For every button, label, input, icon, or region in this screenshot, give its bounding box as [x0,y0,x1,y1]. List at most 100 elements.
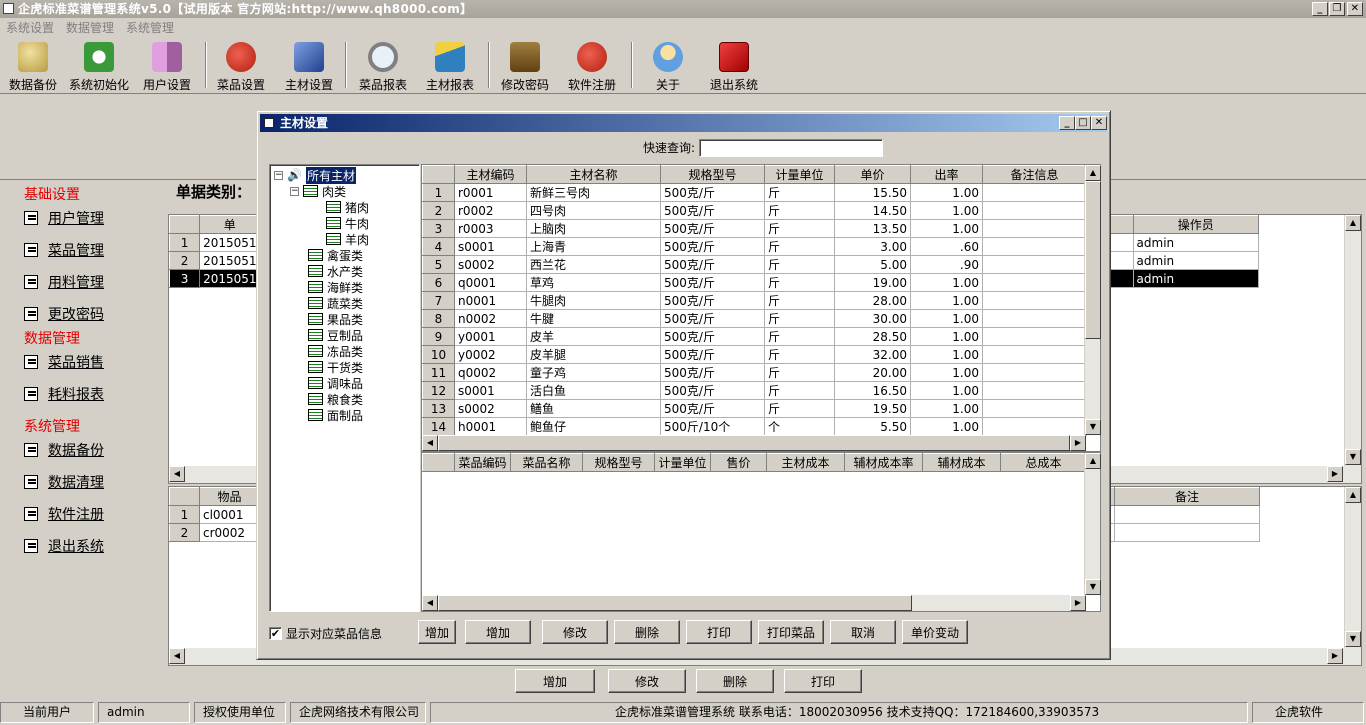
col-header[interactable]: 单 [199,215,261,234]
tree-node[interactable]: 禽蛋类 [308,247,363,263]
nav-consumption-report[interactable]: 耗料报表 [24,384,104,404]
delete-button[interactable]: 删除 [614,620,680,644]
scroll-right-arrow[interactable]: ▶ [1327,648,1343,664]
show-dish-info-checkbox[interactable]: ✔ 显示对应菜品信息 [269,625,382,642]
nav-data-backup[interactable]: 数据备份 [24,440,104,460]
delete-button[interactable]: 删除 [696,669,774,693]
table-row[interactable]: 1 r0001 新鲜三号肉 500克/斤斤 15.50 1.00 [422,183,1087,202]
tree-node[interactable]: 豆制品 [308,327,363,343]
col-header[interactable]: 计量单位 [764,165,835,184]
col-header[interactable]: 备注信息 [982,165,1087,184]
scroll-left-arrow[interactable]: ◀ [422,435,438,451]
tree-node[interactable]: 冻品类 [308,343,363,359]
scroll-up-arrow[interactable]: ▲ [1345,215,1361,231]
toolbar-about[interactable]: 关于 [643,40,693,92]
col-header[interactable]: 售价 [710,453,767,472]
tree-node-pork[interactable]: 猪肉 [326,199,369,215]
print-button[interactable]: 打印 [784,669,862,693]
col-header[interactable]: 菜品名称 [510,453,583,472]
tree-node[interactable]: 海鲜类 [308,279,363,295]
collapse-icon[interactable]: − [274,170,283,180]
table-row[interactable]: 11 q0002 童子鸡 500克/斤斤 20.00 1.00 [422,363,1087,382]
collapse-icon[interactable]: − [290,186,299,196]
tree-node[interactable]: 果品类 [308,311,363,327]
col-header[interactable]: 主材名称 [526,165,661,184]
table-row[interactable]: 13 s0002 鳝鱼 500克/斤斤 19.50 1.00 [422,399,1087,418]
scroll-right-arrow[interactable]: ▶ [1327,466,1343,482]
price-change-button[interactable]: 单价变动 [902,620,968,644]
minimize-button[interactable]: _ [1312,2,1328,16]
dishes-grid[interactable]: 菜品编码 菜品名称 规格型号 计量单位 售价 主材成本 辅材成本率 辅材成本 总… [421,452,1101,612]
table-row[interactable]: 6 q0001 草鸡 500克/斤斤 19.00 1.00 [422,273,1087,292]
checkbox-check-icon[interactable]: ✔ [269,627,282,640]
nav-exit-system[interactable]: 退出系统 [24,536,104,556]
toolbar-material-report[interactable]: 主材报表 [423,40,477,92]
menu-system-management[interactable]: 系统管理 [126,21,174,35]
dialog-close-button[interactable]: ✕ [1091,116,1107,130]
category-tree[interactable]: − 🔊 所有主材 − 肉类 猪肉 牛肉 羊肉 禽蛋类 水产类 海鲜类 蔬菜类 果品类 … [269,164,420,612]
scroll-left-arrow[interactable]: ◀ [169,466,185,482]
tree-node-beef[interactable]: 牛肉 [326,215,369,231]
toolbar-material-settings[interactable]: 主材设置 [282,40,336,92]
restore-button[interactable]: ❐ [1329,2,1345,16]
tree-node[interactable]: 粮食类 [308,391,363,407]
tree-node[interactable]: 蔬菜类 [308,295,363,311]
toolbar-data-backup[interactable]: 数据备份 [6,40,60,92]
col-header[interactable]: 出率 [910,165,983,184]
edit-button[interactable]: 修改 [608,669,686,693]
tree-root[interactable]: − 🔊 所有主材 [274,166,356,184]
nav-data-cleanup[interactable]: 数据清理 [24,472,104,492]
table-row[interactable]: 7 n0001 牛腿肉 500克/斤斤 28.00 1.00 [422,291,1087,310]
tree-node[interactable]: 面制品 [308,407,363,423]
add-button[interactable]: 增加 [418,620,456,644]
quick-search-input[interactable] [699,139,883,157]
tree-node-lamb[interactable]: 羊肉 [326,231,369,247]
table-row[interactable]: 14 h0001 鲍鱼仔 500斤/10个个 5.50 1.00 [422,417,1087,436]
scroll-down-arrow[interactable]: ▼ [1085,419,1101,435]
col-header[interactable]: 辅材成本率 [844,453,923,472]
dialog-minimize-button[interactable]: _ [1059,116,1075,130]
table-row[interactable]: 9 y0001 皮羊 500克/斤斤 28.50 1.00 [422,327,1087,346]
toolbar-dish-settings[interactable]: 菜品设置 [214,40,268,92]
table-row[interactable]: 12 s0001 活白鱼 500克/斤斤 16.50 1.00 [422,381,1087,400]
scroll-thumb[interactable] [1085,181,1101,339]
print-dishes-button[interactable]: 打印菜品 [758,620,824,644]
menu-system-settings[interactable]: 系统设置 [6,21,54,35]
scroll-down-arrow[interactable]: ▼ [1085,579,1101,595]
tree-node[interactable]: 水产类 [308,263,363,279]
nav-dish-management[interactable]: 菜品管理 [24,240,104,260]
print-button[interactable]: 打印 [686,620,752,644]
dialog-maximize-button[interactable]: □ [1075,116,1091,130]
col-header[interactable]: 辅材成本 [922,453,1001,472]
table-row[interactable]: 8 n0002 牛腱 500克/斤斤 30.00 1.00 [422,309,1087,328]
vertical-scrollbar[interactable]: ▲ ▼ [1084,165,1101,435]
col-header[interactable]: 单价 [834,165,911,184]
nav-dish-sales[interactable]: 菜品销售 [24,352,104,372]
nav-change-password[interactable]: 更改密码 [24,304,104,324]
vertical-scrollbar[interactable]: ▲ ▼ [1344,487,1361,649]
table-row[interactable]: 5 s0002 西兰花 500克/斤斤 5.00.90 [422,255,1087,274]
scroll-down-arrow[interactable]: ▼ [1345,449,1361,465]
col-header[interactable]: 规格型号 [582,453,655,472]
horizontal-scrollbar[interactable]: ◀ ▶ [422,435,1086,451]
toolbar-dish-report[interactable]: 菜品报表 [356,40,410,92]
add-button[interactable]: 增加 [515,669,595,693]
scroll-thumb[interactable] [438,435,1070,451]
col-header[interactable]: 计量单位 [654,453,711,472]
toolbar-user-settings[interactable]: 用户设置 [140,40,194,92]
vertical-scrollbar[interactable]: ▲ ▼ [1344,215,1361,467]
toolbar-change-password[interactable]: 修改密码 [498,40,552,92]
tree-node[interactable]: 干货类 [308,359,363,375]
materials-grid[interactable]: 主材编码 主材名称 规格型号 计量单位 单价 出率 备注信息 1 r0001 新鲜三… [421,164,1101,452]
add-button[interactable]: 增加 [465,620,531,644]
table-row[interactable]: 2 r0002 四号肉 500克/斤斤 14.50 1.00 [422,201,1087,220]
close-button[interactable]: ✕ [1347,2,1363,16]
scroll-right-arrow[interactable]: ▶ [1070,435,1086,451]
scroll-right-arrow[interactable]: ▶ [1070,595,1086,611]
toolbar-exit[interactable]: 退出系统 [706,40,762,92]
scroll-left-arrow[interactable]: ◀ [422,595,438,611]
col-header[interactable]: 物品 [199,487,260,506]
col-header[interactable]: 主材编码 [454,165,527,184]
toolbar-system-init[interactable]: 系统初始化 [66,40,132,92]
edit-button[interactable]: 修改 [542,620,608,644]
